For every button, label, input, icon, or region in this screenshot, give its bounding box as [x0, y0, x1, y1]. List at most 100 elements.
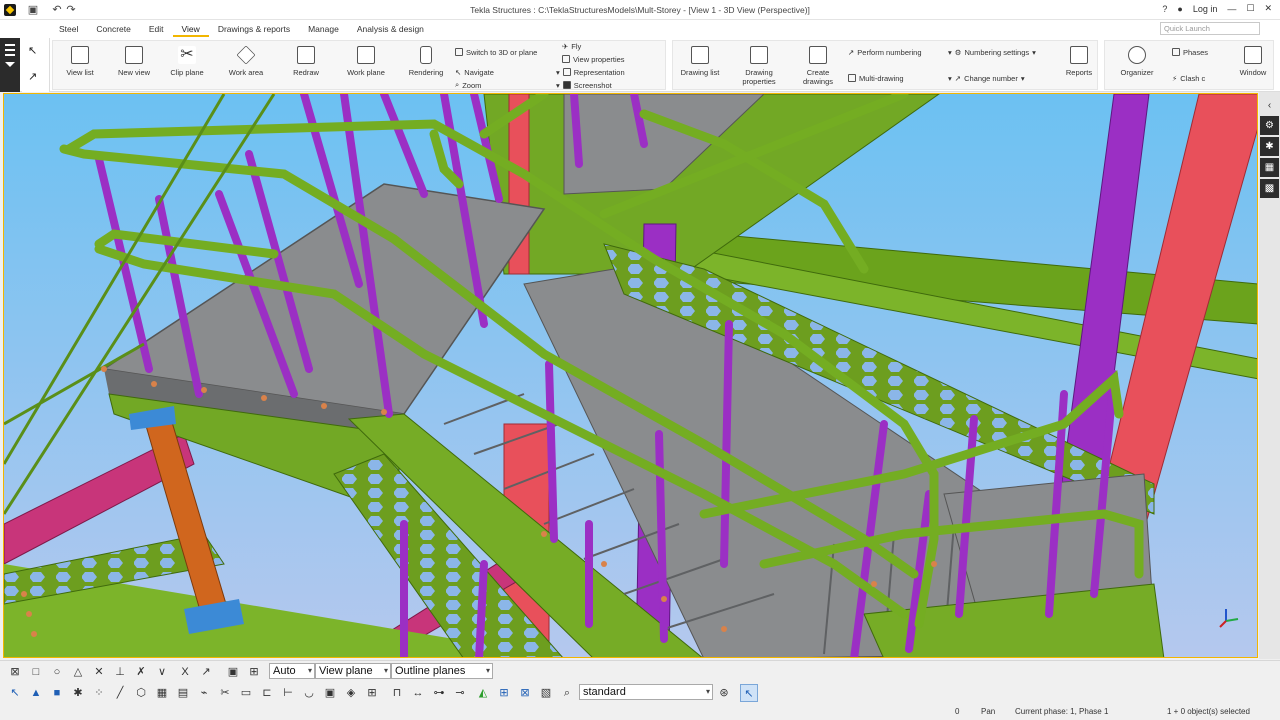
- select-views-icon[interactable]: ▭: [237, 684, 255, 702]
- snap-line-icon[interactable]: ⊸: [451, 684, 469, 702]
- select-parts-icon[interactable]: ▲: [27, 684, 45, 702]
- close-button[interactable]: ✕: [1264, 3, 1272, 14]
- minimize-button[interactable]: —: [1227, 4, 1236, 14]
- snap-free-icon[interactable]: ↗: [197, 663, 215, 681]
- change-number-icon: ↗: [954, 73, 962, 83]
- fly-button[interactable]: ✈ Fly: [562, 40, 581, 52]
- auto-select[interactable]: Auto ▾: [269, 663, 315, 679]
- snap-triangle-icon[interactable]: △: [69, 663, 87, 681]
- organizer-button[interactable]: Organizer: [1113, 42, 1161, 88]
- perform-numbering-button[interactable]: ↗ Perform numbering: [848, 46, 922, 58]
- maximize-button[interactable]: ☐: [1246, 3, 1254, 14]
- snap-square-icon[interactable]: □: [27, 663, 45, 681]
- pointer-icon[interactable]: ↖: [740, 684, 758, 702]
- tab-steel[interactable]: Steel: [50, 20, 87, 38]
- settings-icon[interactable]: ✱: [1260, 137, 1279, 156]
- outline-planes-select[interactable]: Outline planes ▾: [391, 663, 493, 679]
- properties-icon[interactable]: ⚙: [1260, 116, 1279, 135]
- select-grid-lines-icon[interactable]: ▤: [174, 684, 192, 702]
- snap-icon[interactable]: ⊠: [6, 663, 24, 681]
- select-lines-icon[interactable]: ╱: [111, 684, 129, 702]
- work-plane-icon: [357, 46, 375, 64]
- catalog-icon[interactable]: ▦: [1260, 158, 1279, 177]
- window-button[interactable]: Window: [1229, 42, 1277, 88]
- create-drawings-button[interactable]: Create drawings: [794, 42, 842, 88]
- zoom-button[interactable]: ⌕ Zoom: [455, 79, 481, 91]
- snap-zoom-icon[interactable]: ⌕: [558, 684, 576, 702]
- snap-grid-icon[interactable]: ▣: [224, 663, 242, 681]
- view-properties-button[interactable]: View properties: [562, 53, 625, 65]
- multi-drawing-icon: [848, 74, 856, 82]
- snap-intersection-icon[interactable]: ✗: [132, 663, 150, 681]
- navigate-button[interactable]: ↖ Navigate: [455, 66, 494, 78]
- representation-button[interactable]: ▾ Representation: [556, 66, 625, 78]
- snap-midpoint-icon[interactable]: ↔: [409, 684, 427, 702]
- snap-circle-icon[interactable]: ○: [48, 663, 66, 681]
- drawing-properties-button[interactable]: Drawing properties: [735, 42, 783, 88]
- change-number-button[interactable]: ▾ ↗ Change number ▾: [948, 72, 1025, 84]
- clip-plane-button[interactable]: ✂ Clip plane: [163, 42, 211, 88]
- drawing-list-button[interactable]: Drawing list: [676, 42, 724, 88]
- clash-check-button[interactable]: ⚡ Clash c: [1172, 72, 1205, 84]
- rendering-button[interactable]: Rendering: [402, 42, 450, 88]
- snap-perpendicular-icon[interactable]: ⊥: [111, 663, 129, 681]
- plane-select[interactable]: View plane ▾: [315, 663, 391, 679]
- snap-override-icon[interactable]: ⊞: [245, 663, 263, 681]
- select-welds-icon[interactable]: ⌁: [195, 684, 213, 702]
- work-area-button[interactable]: Work area: [222, 42, 270, 88]
- snap-geometry-icon[interactable]: ◭: [474, 684, 492, 702]
- snap-tangent-icon[interactable]: ∨: [153, 663, 171, 681]
- snap-cross-icon[interactable]: ✕: [90, 663, 108, 681]
- applications-icon[interactable]: ▩: [1260, 179, 1279, 198]
- switch-3d-button[interactable]: Switch to 3D or plane: [455, 46, 537, 58]
- new-view-button[interactable]: New view: [110, 42, 158, 88]
- dropdown-arrow-icon: ▾: [948, 73, 952, 83]
- reports-button[interactable]: Reports: [1055, 42, 1103, 88]
- collapse-icon[interactable]: ‹: [1260, 96, 1279, 115]
- help-button[interactable]: ?: [1162, 4, 1167, 14]
- snap-ends-icon[interactable]: ⊓: [388, 684, 406, 702]
- model-3d-viewport[interactable]: [3, 93, 1258, 658]
- quick-launch-input[interactable]: Quick Launch: [1160, 22, 1260, 35]
- tab-analysis-design[interactable]: Analysis & design: [348, 20, 433, 38]
- tab-drawings-reports[interactable]: Drawings & reports: [209, 20, 299, 38]
- view-list-button[interactable]: View list: [56, 42, 104, 88]
- select-assembly-icon[interactable]: ⬡: [132, 684, 150, 702]
- snap-grid-points-icon[interactable]: ⊞: [495, 684, 513, 702]
- multi-drawing-button[interactable]: Multi-drawing: [848, 72, 904, 84]
- tab-manage[interactable]: Manage: [299, 20, 348, 38]
- select-all-icon[interactable]: ↖: [6, 684, 24, 702]
- tab-edit[interactable]: Edit: [140, 20, 173, 38]
- select-objects-icon[interactable]: ⊞: [363, 684, 381, 702]
- select-points-icon[interactable]: ✱: [69, 684, 87, 702]
- select-components-icon[interactable]: ⁘: [90, 684, 108, 702]
- login-link[interactable]: Log in: [1193, 4, 1218, 14]
- screenshot-button[interactable]: ▾ Screenshot: [556, 79, 612, 91]
- snap-reference-icon[interactable]: ⊠: [516, 684, 534, 702]
- snap-nearest-edge-icon[interactable]: ▧: [537, 684, 555, 702]
- phases-button[interactable]: Phases: [1172, 46, 1208, 58]
- snap-center-icon[interactable]: ⊶: [430, 684, 448, 702]
- select-arrow-icon[interactable]: ↖: [28, 44, 37, 57]
- screenshot-icon: [562, 81, 571, 89]
- selection-filter-select[interactable]: standard ▾: [579, 684, 713, 700]
- select-reference-icon[interactable]: ▣: [321, 684, 339, 702]
- select-surface-icon[interactable]: ◡: [300, 684, 318, 702]
- select-bolts-icon[interactable]: ✂: [216, 684, 234, 702]
- side-menu-toggle[interactable]: [0, 38, 20, 92]
- redraw-button[interactable]: Redraw: [282, 42, 330, 88]
- select-connection-icon[interactable]: ⊏: [258, 684, 276, 702]
- work-plane-button[interactable]: Work plane: [342, 42, 390, 88]
- tab-view[interactable]: View: [172, 20, 210, 38]
- select-cut-icon[interactable]: ■: [48, 684, 66, 702]
- drawing-list-icon: [691, 46, 709, 64]
- select-layers-icon[interactable]: ◈: [342, 684, 360, 702]
- numbering-settings-button[interactable]: ▾ ⚙ Numbering settings ▾: [948, 46, 1036, 58]
- snap-nearest-icon[interactable]: X: [176, 663, 194, 681]
- filter-settings-icon[interactable]: ⊛: [715, 684, 733, 702]
- tab-concrete[interactable]: Concrete: [87, 20, 140, 38]
- select-rebar-icon[interactable]: ⊢: [279, 684, 297, 702]
- title-bar: ▣ ↶ ↷ Tekla Structures : C:\TeklaStructu…: [0, 0, 1280, 20]
- snap-arrow-icon[interactable]: ↗: [28, 70, 37, 83]
- select-grid-icon[interactable]: ▦: [153, 684, 171, 702]
